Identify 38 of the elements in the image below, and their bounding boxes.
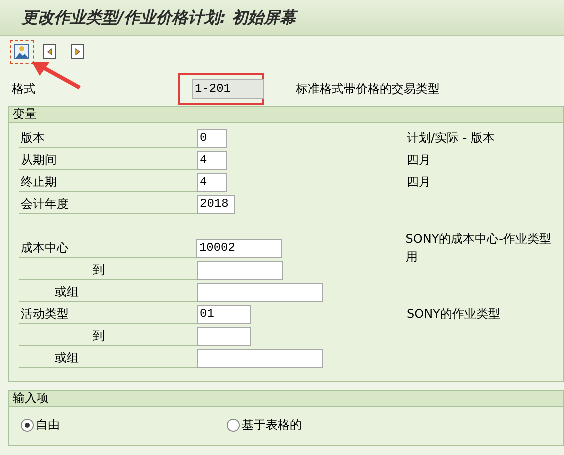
radio-option[interactable]: 基于表格的 bbox=[227, 416, 302, 434]
input-field[interactable]: 01 bbox=[197, 304, 251, 324]
window-title: 更改作业类型/作业价格计划: 初始屏幕 bbox=[22, 6, 296, 30]
field-label: 会计年度 bbox=[20, 196, 69, 213]
input-field[interactable]: 10002 bbox=[196, 238, 282, 258]
field-label: 活动类型 bbox=[20, 306, 69, 323]
input-field[interactable] bbox=[197, 348, 323, 368]
radio-button[interactable] bbox=[227, 418, 240, 432]
field-description: 计划/实际 - 版本 bbox=[407, 130, 496, 147]
format-description: 标准格式带价格的交易类型 bbox=[296, 81, 440, 98]
radio-option[interactable]: 自由 bbox=[21, 416, 227, 434]
field-label: 从期间 bbox=[20, 152, 57, 169]
input-field[interactable] bbox=[197, 260, 283, 280]
previous-page-icon[interactable] bbox=[42, 44, 58, 60]
input-field[interactable]: 0 bbox=[197, 128, 227, 148]
field-label: 或组 bbox=[54, 284, 79, 301]
input-field[interactable] bbox=[197, 326, 251, 346]
input-field[interactable]: 4 bbox=[197, 150, 227, 170]
input-field[interactable] bbox=[197, 282, 323, 302]
field-label: 格式 bbox=[12, 81, 37, 98]
field-label: 终止期 bbox=[20, 174, 57, 191]
input-field[interactable]: 2018 bbox=[197, 194, 235, 214]
input-field: 1-201 bbox=[192, 79, 264, 99]
field-label: 版本 bbox=[20, 130, 45, 147]
next-page-icon[interactable] bbox=[70, 44, 86, 60]
field-description: 四月 bbox=[407, 152, 431, 169]
field-description: SONY的作业类型 bbox=[407, 306, 500, 323]
field-label: 到 bbox=[92, 262, 105, 279]
field-label: 成本中心 bbox=[20, 240, 69, 257]
group-title: 变量 bbox=[13, 107, 37, 121]
field-label: 到 bbox=[92, 328, 105, 345]
radio-button[interactable] bbox=[21, 418, 34, 432]
input-field[interactable]: 4 bbox=[197, 172, 227, 192]
field-description: 四月 bbox=[407, 174, 431, 191]
field-label: 或组 bbox=[54, 350, 79, 367]
image-icon[interactable] bbox=[14, 44, 30, 60]
field-description: SONY的成本中心-作业类型用 bbox=[406, 231, 552, 266]
group-title: 输入项 bbox=[13, 391, 49, 405]
